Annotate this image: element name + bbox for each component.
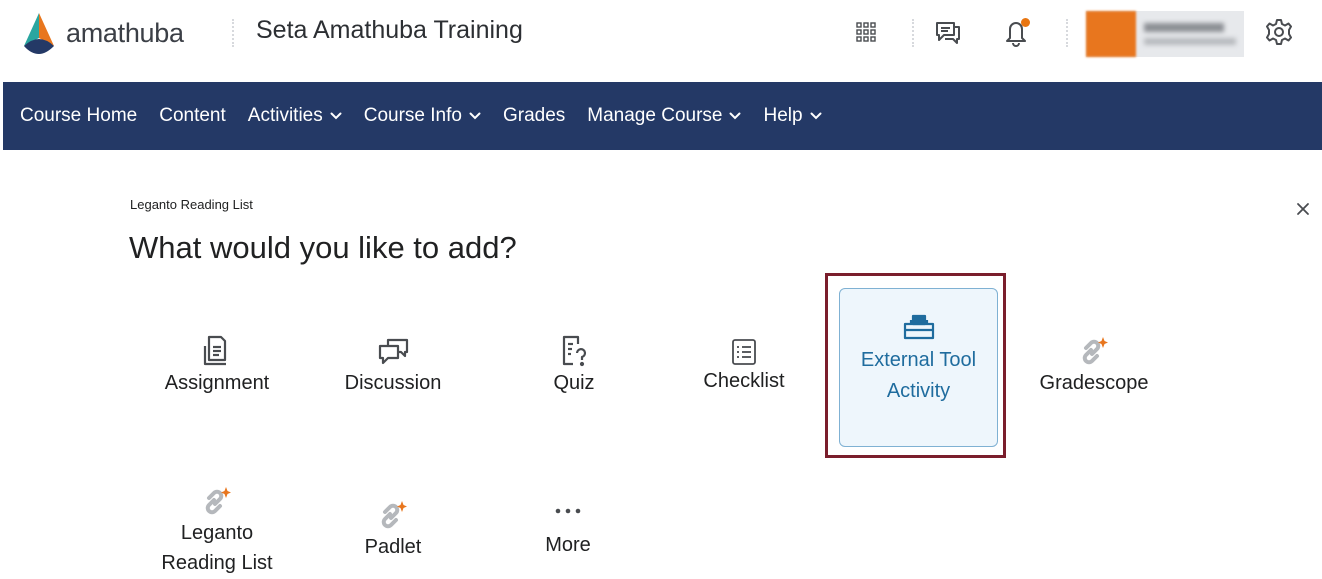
quiz-icon bbox=[558, 328, 590, 368]
add-gradescope-button[interactable]: Gradescope bbox=[1024, 328, 1164, 398]
nav-activities[interactable]: Activities bbox=[248, 105, 342, 127]
tile-label: Assignment bbox=[164, 372, 270, 394]
link-plugin-icon bbox=[201, 478, 233, 518]
nav-manage-course[interactable]: Manage Course bbox=[587, 105, 741, 127]
add-leganto-reading-list-button[interactable]: Leganto Reading List bbox=[148, 478, 286, 578]
dialog-title: What would you like to add? bbox=[129, 230, 517, 265]
link-plugin-icon bbox=[1078, 328, 1110, 368]
add-checklist-button[interactable]: Checklist bbox=[684, 328, 804, 396]
more-options-button[interactable]: More bbox=[508, 492, 628, 560]
tile-label-line-1: Leganto bbox=[180, 522, 254, 544]
nav-item-label: Course Home bbox=[20, 105, 138, 126]
settings-gear-icon[interactable] bbox=[1261, 14, 1297, 50]
logo-text: amathuba bbox=[66, 17, 184, 48]
breadcrumb: Leganto Reading List bbox=[130, 197, 253, 212]
tile-label: Quiz bbox=[553, 372, 595, 394]
user-profile-menu[interactable] bbox=[1086, 11, 1244, 57]
tile-label-line-1: External Tool bbox=[860, 349, 977, 371]
nav-course-home[interactable]: Course Home bbox=[20, 105, 137, 127]
amathuba-logo[interactable]: amathuba bbox=[16, 10, 184, 56]
chevron-down-icon bbox=[810, 112, 822, 120]
header-divider bbox=[912, 19, 914, 47]
user-name-blurred bbox=[1144, 23, 1236, 45]
external-tool-icon bbox=[902, 295, 936, 343]
tile-label: Discussion bbox=[344, 372, 442, 394]
link-plugin-icon bbox=[377, 492, 409, 532]
nav-item-label: Content bbox=[159, 105, 226, 126]
tile-label: Padlet bbox=[364, 536, 422, 558]
nav-item-label: Manage Course bbox=[587, 105, 723, 126]
notification-bell-icon[interactable] bbox=[998, 14, 1034, 50]
avatar bbox=[1086, 11, 1136, 57]
add-quiz-button[interactable]: Quiz bbox=[514, 328, 634, 398]
nav-help[interactable]: Help bbox=[763, 105, 822, 127]
add-external-tool-activity-button[interactable]: External Tool Activity bbox=[839, 288, 998, 447]
app-grid-icon[interactable] bbox=[848, 14, 884, 50]
chevron-down-icon bbox=[729, 112, 741, 120]
nav-grades[interactable]: Grades bbox=[503, 105, 565, 127]
amathuba-logo-icon bbox=[24, 13, 54, 54]
close-icon[interactable] bbox=[1293, 199, 1313, 219]
add-discussion-button[interactable]: Discussion bbox=[323, 328, 463, 398]
checklist-icon bbox=[731, 328, 757, 366]
nav-content[interactable]: Content bbox=[159, 105, 226, 127]
nav-item-label: Grades bbox=[502, 105, 566, 126]
chevron-down-icon bbox=[330, 112, 342, 120]
nav-item-label: Activities bbox=[247, 105, 323, 126]
assignment-icon bbox=[202, 328, 232, 368]
notification-badge bbox=[1021, 18, 1030, 27]
add-padlet-button[interactable]: Padlet bbox=[333, 492, 453, 562]
tile-label-line-2: Activity bbox=[886, 380, 951, 402]
discussion-icon bbox=[376, 328, 410, 368]
header-divider bbox=[1066, 19, 1068, 47]
course-navbar: Course Home Content Activities Course In… bbox=[3, 82, 1322, 150]
tile-label-line-2: Reading List bbox=[161, 552, 273, 574]
nav-item-label: Help bbox=[763, 105, 803, 126]
tile-label: Checklist bbox=[703, 370, 785, 392]
tile-label: Gradescope bbox=[1039, 372, 1149, 394]
add-assignment-button[interactable]: Assignment bbox=[148, 328, 286, 398]
header-divider bbox=[232, 19, 234, 47]
more-dots-icon bbox=[554, 492, 582, 530]
top-header: amathuba Seta Amathuba Training bbox=[0, 0, 1322, 82]
tile-label: More bbox=[545, 534, 591, 556]
nav-item-label: Course Info bbox=[363, 105, 462, 126]
nav-course-info[interactable]: Course Info bbox=[364, 105, 481, 127]
message-alerts-icon[interactable] bbox=[930, 14, 966, 50]
chevron-down-icon bbox=[469, 112, 481, 120]
course-title[interactable]: Seta Amathuba Training bbox=[256, 16, 523, 45]
